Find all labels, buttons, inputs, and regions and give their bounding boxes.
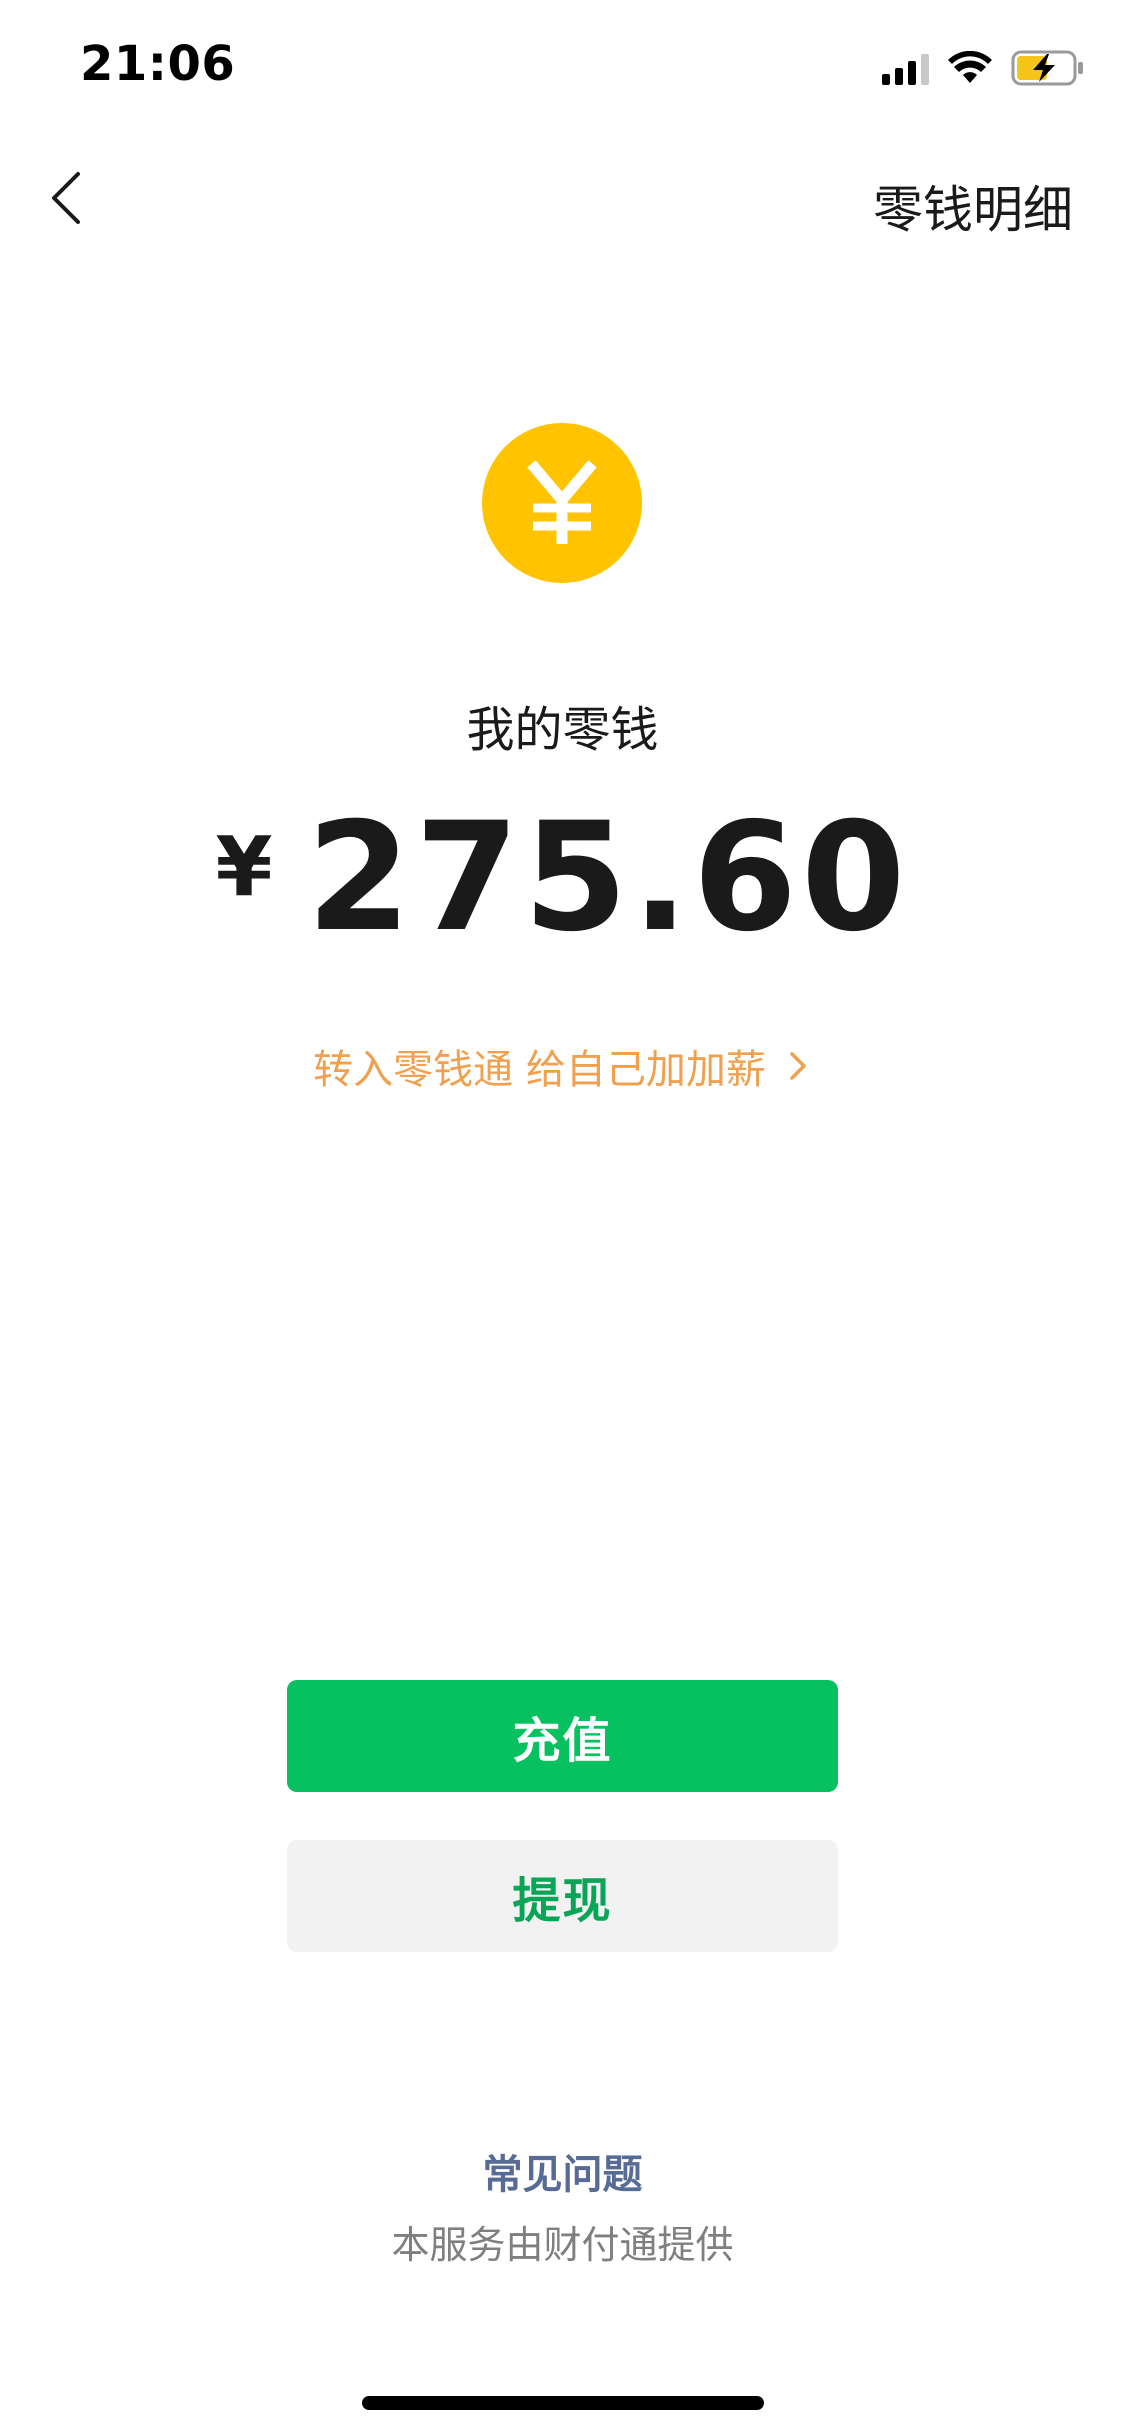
transfer-to-lingqiantong-link[interactable]: 转入零钱通 给自己加加薪	[0, 1037, 1125, 1095]
chevron-left-icon	[52, 172, 80, 224]
balance-label: 我的零钱	[466, 702, 659, 758]
provider-note: 本服务由财付通提供	[391, 2223, 734, 2267]
recharge-button[interactable]: 充值	[287, 1680, 838, 1792]
battery-charging-icon	[1011, 50, 1083, 86]
currency-symbol: ¥	[215, 820, 273, 915]
balance-details-link[interactable]: 零钱明细	[873, 170, 1073, 242]
status-bar: 21:06	[0, 0, 1125, 134]
chevron-right-icon	[790, 1052, 806, 1080]
yuan-coin-icon	[482, 423, 642, 583]
status-icons	[882, 50, 1085, 86]
promo-text: 转入零钱通 给自己加加薪	[313, 1047, 766, 1093]
balance-amount-row: ¥ 275.60	[0, 791, 1125, 965]
cellular-signal-icon	[882, 51, 929, 85]
nav-bar: 零钱明细	[0, 134, 1125, 262]
wifi-icon	[948, 51, 992, 83]
home-indicator[interactable]	[362, 2396, 764, 2410]
yuan-symbol-icon	[527, 460, 597, 544]
status-time: 21:06	[80, 36, 236, 92]
back-button[interactable]	[40, 168, 100, 228]
withdraw-button[interactable]: 提现	[287, 1840, 838, 1952]
balance-amount: 275.60	[306, 791, 910, 965]
faq-link[interactable]: 常见问题	[0, 2142, 1125, 2200]
